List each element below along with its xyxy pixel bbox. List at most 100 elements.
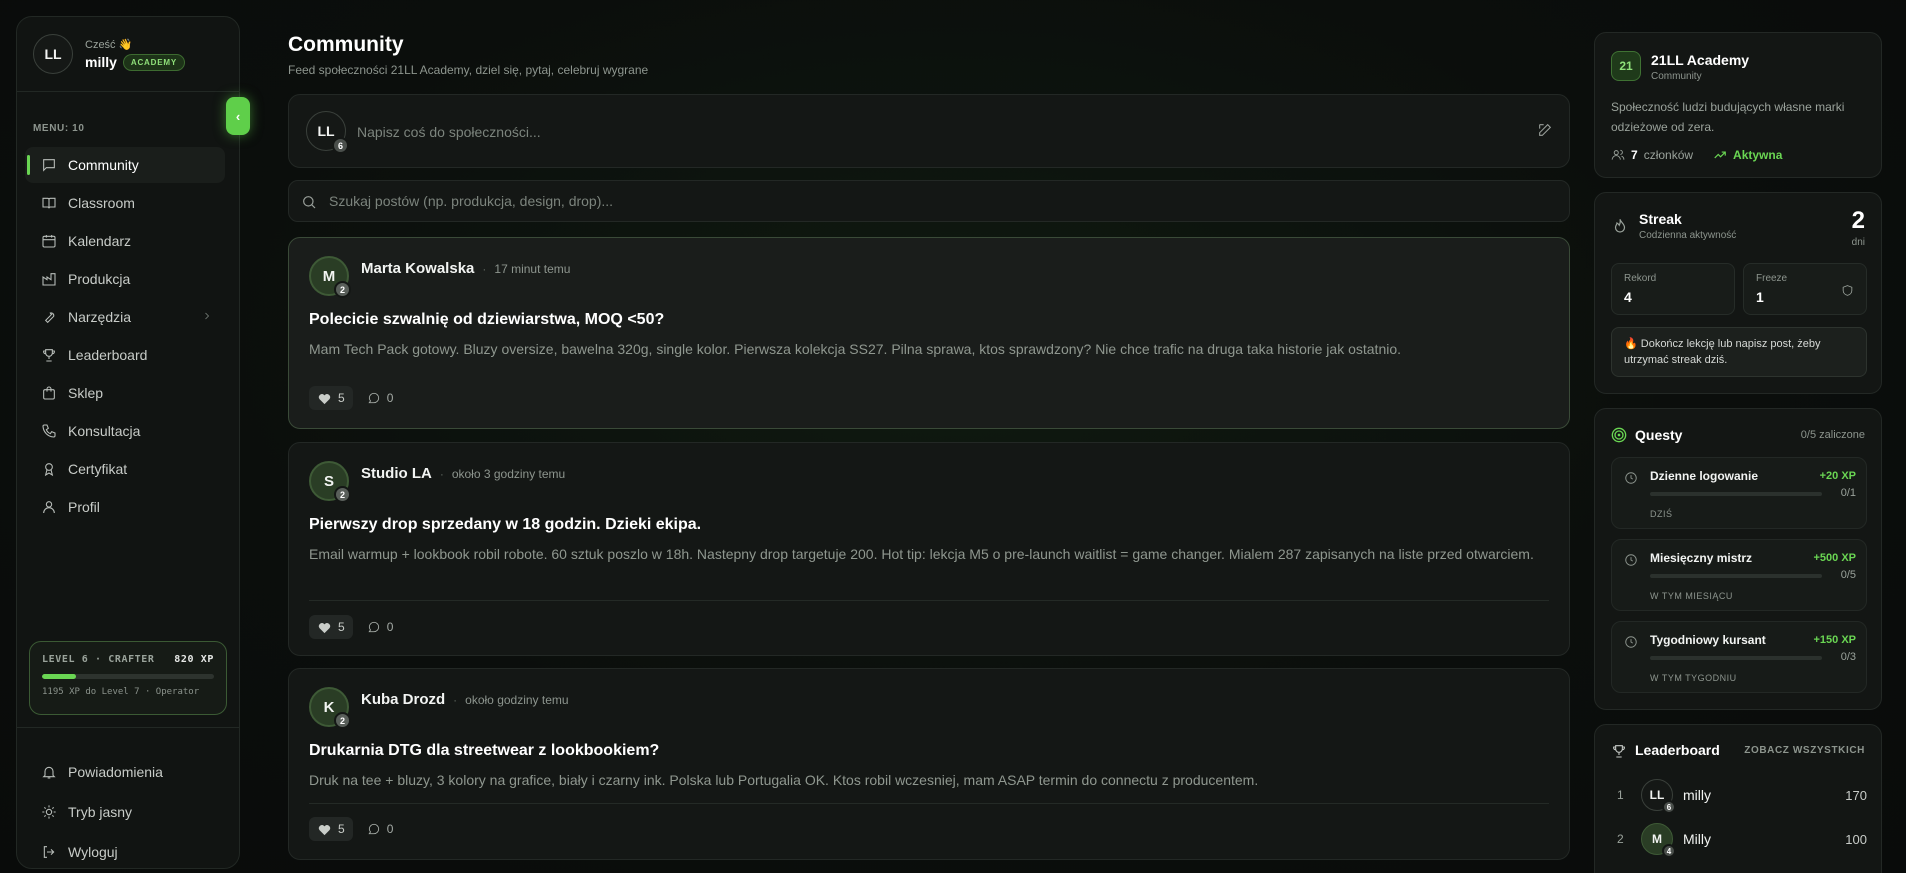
avatar-initials: LL xyxy=(317,123,335,139)
quest-item[interactable]: Miesięczny mistrz +500 XP 0/5 W TYM MIES… xyxy=(1611,539,1867,611)
academy-logo: 21 xyxy=(1611,51,1641,81)
nav-label: Wyloguj xyxy=(68,844,118,860)
post-title[interactable]: Drukarnia DTG dla streetwear z lookbooki… xyxy=(309,742,659,760)
trophy-icon xyxy=(1613,745,1625,758)
logout-icon xyxy=(43,846,55,858)
streak-title: Streak xyxy=(1639,211,1682,227)
nav-item-community[interactable]: Community xyxy=(25,147,225,183)
level-progress-fill xyxy=(42,674,77,679)
post-time: około 3 godziny temu xyxy=(451,466,566,481)
see-all-link[interactable]: ZOBACZ WSZYSTKICH xyxy=(1744,745,1865,756)
user-name: milly xyxy=(85,54,117,70)
nav-item-powiadomienia[interactable]: Powiadomienia xyxy=(25,753,225,791)
level-card: LEVEL 6 · CRAFTER 820 XP 1195 XP do Leve… xyxy=(29,641,227,715)
page-title: Community xyxy=(288,33,404,56)
avatar[interactable]: LL xyxy=(33,34,73,74)
avatar-initials: S xyxy=(323,472,334,490)
leaderboard-title: Leaderboard xyxy=(1635,742,1720,758)
streak-note: 🔥 Dokończ lekcję lub napisz post, żeby u… xyxy=(1611,327,1867,377)
post-card[interactable]: K 2 Kuba Drozd · około godziny temu Druk… xyxy=(288,668,1570,860)
nav-label: Produkcja xyxy=(68,271,131,287)
nav-item-certyfikat[interactable]: Certyfikat xyxy=(25,451,225,487)
like-button[interactable]: 5 xyxy=(309,386,353,410)
post-body: Mam Tech Pack gotowy. Bluzy oversize, ba… xyxy=(309,341,1402,357)
quest-item[interactable]: Tygodniowy kursant +150 XP 0/3 W TYM TYG… xyxy=(1611,621,1867,693)
avatar[interactable]: K 2 xyxy=(309,687,351,729)
wrench-icon xyxy=(44,312,55,324)
level-xp: 820 XP xyxy=(174,654,214,665)
avatar[interactable]: M 2 xyxy=(309,256,351,298)
comment-button[interactable]: 0 xyxy=(367,822,394,836)
comment-button[interactable]: 0 xyxy=(367,620,394,634)
record-label: Rekord xyxy=(1624,273,1657,284)
clock-icon xyxy=(1625,636,1637,648)
quest-progress: 0/3 xyxy=(1840,651,1856,663)
nav-item-tryb-jasny[interactable]: Tryb jasny xyxy=(25,793,225,831)
like-button[interactable]: 5 xyxy=(309,817,353,841)
comment-count: 0 xyxy=(386,620,394,634)
user-header[interactable]: LL Cześć 👋 milly ACADEMY xyxy=(33,33,185,75)
nav-label: Konsultacja xyxy=(68,423,141,439)
nav-item-narzedzia[interactable]: Narzędzia xyxy=(25,299,225,335)
nav-item-classroom[interactable]: Classroom xyxy=(25,185,225,221)
calendar-icon xyxy=(42,235,56,248)
post-time: około godziny temu xyxy=(465,692,569,707)
post-author[interactable]: Marta Kowalska xyxy=(361,260,474,277)
post-title[interactable]: Pierwszy drop sprzedany w 18 godzin. Dzi… xyxy=(309,516,701,534)
nav-item-wyloguj[interactable]: Wyloguj xyxy=(25,833,225,871)
search-input[interactable] xyxy=(329,181,1529,221)
divider xyxy=(17,727,239,728)
nav-item-konsultacja[interactable]: Konsultacja xyxy=(25,413,225,449)
post-author[interactable]: Studio LA xyxy=(361,465,432,482)
post-body: Email warmup + lookbook robil robote. 60… xyxy=(309,546,1534,562)
post-card[interactable]: S 2 Studio LA · około 3 godziny temu Pie… xyxy=(288,442,1570,656)
avatar: LL 6 xyxy=(306,111,349,154)
avatar[interactable]: S 2 xyxy=(309,461,351,503)
avatar: LL 6 xyxy=(1641,779,1676,814)
nav-item-sklep[interactable]: Sklep xyxy=(25,375,225,411)
nav-label: Profil xyxy=(68,499,100,515)
greeting: Cześć 👋 xyxy=(85,38,133,51)
academy-badge: ACADEMY xyxy=(122,53,185,71)
clock-icon xyxy=(1625,554,1637,566)
academy-name: 21LL Academy xyxy=(1651,52,1750,68)
nav-item-kalendarz[interactable]: Kalendarz xyxy=(25,223,225,259)
post-title[interactable]: Polecicie szwalnię od dziewiarstwa, MOQ … xyxy=(309,311,664,329)
streak-card: Streak Codzienna aktywność 2 dni Rekord … xyxy=(1594,192,1882,394)
post-author[interactable]: Kuba Drozd xyxy=(361,691,445,708)
freeze-label: Freeze xyxy=(1756,273,1788,284)
like-button[interactable]: 5 xyxy=(309,615,353,639)
status-label: Aktywna xyxy=(1733,148,1783,162)
post-composer[interactable]: LL 6 Napisz coś do społeczności... xyxy=(288,94,1570,168)
avatar-initials: M xyxy=(322,267,336,285)
avatar-initials: K xyxy=(323,698,335,716)
factory-icon xyxy=(42,273,56,286)
level-badge: 2 xyxy=(334,486,351,503)
sidebar: LL Cześć 👋 milly ACADEMY MENU: 10 Commun… xyxy=(16,16,240,869)
leaderboard-row[interactable]: 2 M 4 Milly 100 xyxy=(1611,821,1867,858)
leaderboard-row[interactable]: 1 LL 6 milly 170 xyxy=(1611,777,1867,814)
nav-item-leaderboard[interactable]: Leaderboard xyxy=(25,337,225,373)
user-icon xyxy=(43,501,55,514)
leaderboard-card: Leaderboard ZOBACZ WSZYSTKICH 1 LL 6 mil… xyxy=(1594,724,1882,873)
post-card[interactable]: M 2 Marta Kowalska · 17 minut temu Polec… xyxy=(288,237,1570,429)
comment-button[interactable]: 0 xyxy=(367,391,393,405)
freeze-box[interactable]: Freeze 1 xyxy=(1743,263,1867,315)
sidebar-collapse-button[interactable]: ‹ xyxy=(226,97,250,135)
phone-icon xyxy=(42,424,56,438)
separator-dot: · xyxy=(482,261,487,276)
academy-card: 21 21LL Academy Community Społeczność lu… xyxy=(1594,32,1882,178)
users-icon xyxy=(1611,149,1625,160)
nav-item-profil[interactable]: Profil xyxy=(25,489,225,525)
quest-item[interactable]: Dzienne logowanie +20 XP 0/1 DZIŚ xyxy=(1611,457,1867,529)
freeze-value: 1 xyxy=(1756,289,1764,305)
quest-xp: +500 XP xyxy=(1813,552,1856,564)
comment-count: 0 xyxy=(386,822,394,836)
quest-progress: 0/5 xyxy=(1840,569,1856,581)
edit-icon[interactable] xyxy=(1537,122,1553,138)
composer-placeholder[interactable]: Napisz coś do społeczności... xyxy=(357,124,541,140)
search-icon xyxy=(303,196,316,209)
shield-icon xyxy=(1842,285,1853,296)
divider xyxy=(17,91,239,92)
nav-item-produkcja[interactable]: Produkcja xyxy=(25,261,225,297)
